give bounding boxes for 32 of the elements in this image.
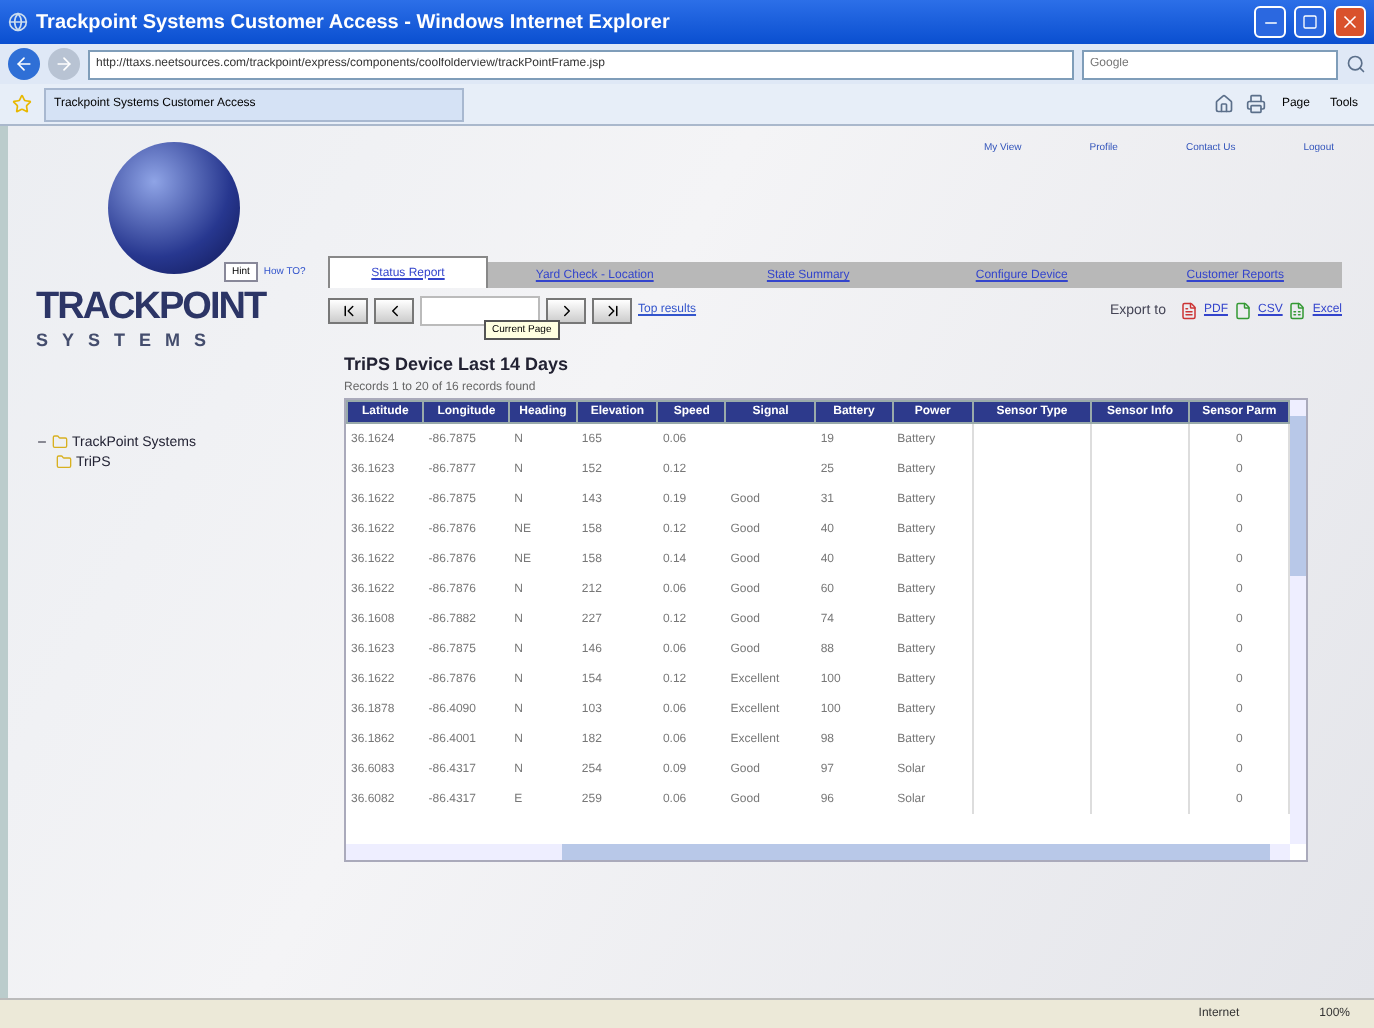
folder-icon bbox=[56, 454, 72, 470]
previous-page-button[interactable] bbox=[374, 297, 414, 323]
close-button[interactable] bbox=[1334, 6, 1366, 38]
document-icon[interactable] bbox=[1179, 301, 1198, 319]
minimize-button[interactable] bbox=[1254, 6, 1286, 38]
folder-icon bbox=[52, 434, 68, 450]
forward-arrow-icon bbox=[54, 54, 74, 74]
document-icon[interactable] bbox=[1233, 301, 1252, 319]
next-page-button[interactable] bbox=[546, 297, 586, 323]
first-page-button[interactable] bbox=[328, 297, 368, 323]
browser-icon bbox=[8, 12, 28, 32]
horizontal-scrollbar[interactable] bbox=[346, 844, 1290, 860]
back-arrow-icon bbox=[14, 54, 34, 74]
minus-icon[interactable] bbox=[36, 436, 48, 448]
first-page-icon bbox=[339, 301, 357, 319]
close-icon bbox=[1340, 12, 1360, 32]
last-page-icon bbox=[603, 301, 621, 319]
logo-tagline: SYSTEMS bbox=[36, 330, 223, 350]
report-title: TriPS Device Last 14 Days bbox=[344, 354, 571, 374]
last-page-button[interactable] bbox=[592, 297, 632, 323]
home-icon[interactable] bbox=[1213, 94, 1234, 114]
printer-icon[interactable] bbox=[1245, 94, 1266, 114]
maximize-button[interactable] bbox=[1294, 6, 1326, 38]
logo-name: TRACKPOINT bbox=[36, 286, 269, 330]
page-field[interactable] bbox=[420, 295, 540, 325]
star-icon[interactable] bbox=[12, 94, 32, 114]
search-icon[interactable] bbox=[1346, 54, 1366, 74]
back-button[interactable] bbox=[8, 48, 40, 80]
vertical-scrollbar[interactable] bbox=[1290, 400, 1306, 844]
window-title: Trackpoint Systems Customer Access - Windows Internet Explorer bbox=[36, 11, 672, 33]
maximize-icon bbox=[1302, 14, 1318, 30]
document-icon[interactable] bbox=[1288, 301, 1307, 319]
